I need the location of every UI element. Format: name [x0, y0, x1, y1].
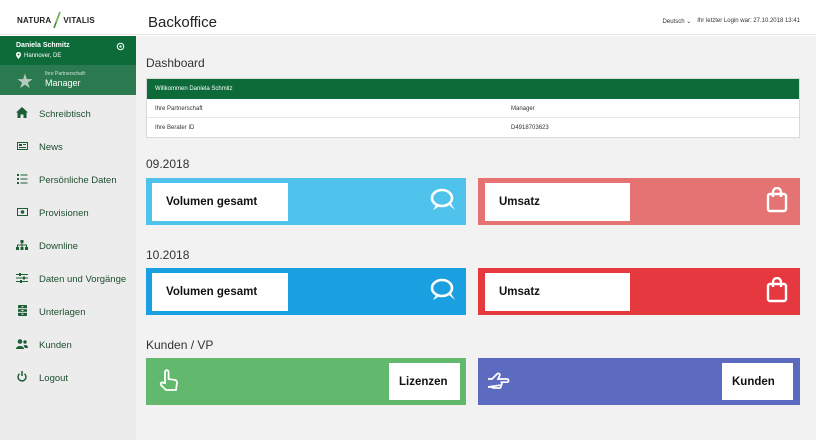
- customers-label: Kunden: [722, 363, 793, 400]
- sidebar-item-label: Schreibtisch: [39, 108, 91, 120]
- home-icon: [15, 107, 29, 121]
- sitemap-icon: [15, 239, 29, 253]
- header-meta: Deutsch ⌄ Ihr letzter Login war: 27.10.2…: [663, 18, 800, 25]
- sidebar-item-news[interactable]: News: [0, 132, 136, 162]
- volume-label: Volumen gesamt: [152, 273, 288, 311]
- sidebar-item-label: Daten und Vorgänge: [39, 273, 127, 285]
- hand-point-right-icon: [486, 371, 510, 396]
- hand-pointer-icon: [158, 369, 180, 398]
- info-row: Ihre Partnerschaft Manager: [147, 99, 799, 118]
- logo-text-right: VITALIS: [63, 15, 95, 25]
- licenses-tile[interactable]: Lizenzen: [146, 358, 466, 405]
- settings-gear-icon[interactable]: [116, 42, 125, 54]
- volume-tile-period2[interactable]: Volumen gesamt: [146, 268, 466, 315]
- logo[interactable]: NATURA VITALIS: [17, 11, 95, 29]
- leaf-icon: [53, 11, 62, 29]
- power-icon: [15, 371, 29, 385]
- sidebar-item-daten-und-vorgaenge[interactable]: Daten und Vorgänge: [0, 264, 136, 294]
- info-value: D4918703623: [511, 125, 549, 131]
- page-title: Dashboard: [146, 56, 205, 70]
- star-icon: ★: [16, 71, 34, 93]
- sidebar-item-label: Downline: [39, 240, 79, 252]
- licenses-label: Lizenzen: [389, 363, 460, 400]
- user-name: Daniela Schmitz: [16, 42, 70, 49]
- sidebar-item-schreibtisch[interactable]: Schreibtisch: [0, 99, 136, 129]
- period-title: 09.2018: [146, 157, 190, 171]
- sidebar-item-unterlagen[interactable]: Unterlagen: [0, 297, 136, 327]
- shopping-bag-icon: [766, 276, 788, 308]
- volume-label: Volumen gesamt: [152, 183, 288, 221]
- language-selector[interactable]: Deutsch ⌄: [663, 18, 692, 25]
- info-key: Ihre Berater ID: [155, 125, 195, 131]
- sidebar-item-logout[interactable]: Logout: [0, 363, 136, 393]
- section-title-customers: Kunden / VP: [146, 338, 214, 352]
- info-value: Manager: [511, 106, 535, 112]
- sidebar: Daniela Schmitz Hannover, DE ★ Ihre Part…: [0, 36, 136, 440]
- last-login-text: Ihr letzter Login war: 27.10.2018 13:41: [697, 18, 800, 24]
- welcome-panel: Willkommen Daniela Schmitz Ihre Partners…: [146, 78, 800, 138]
- customers-tile[interactable]: Kunden: [478, 358, 800, 405]
- map-marker-icon: [16, 52, 21, 59]
- partnership-block: ★ Ihre Partnerschaft: Manager: [0, 65, 136, 95]
- sidebar-item-label: News: [39, 141, 63, 153]
- comments-icon: [430, 188, 458, 217]
- revenue-label: Umsatz: [485, 273, 630, 311]
- user-location-text: Hannover, DE: [24, 52, 62, 59]
- logo-text-left: NATURA: [17, 15, 52, 25]
- sidebar-item-label: Kunden: [39, 339, 72, 351]
- partnership-label: Ihre Partnerschaft:: [45, 71, 87, 77]
- info-row: Ihre Berater ID D4918703623: [147, 118, 799, 137]
- sidebar-item-provisionen[interactable]: Provisionen: [0, 198, 136, 228]
- shopping-bag-icon: [766, 186, 788, 218]
- main-content: Dashboard Willkommen Daniela Schmitz Ihr…: [136, 36, 816, 440]
- users-icon: [15, 338, 29, 352]
- newspaper-icon: [15, 141, 29, 153]
- welcome-header: Willkommen Daniela Schmitz: [147, 79, 799, 99]
- chevron-down-icon: ⌄: [686, 19, 692, 25]
- language-label: Deutsch: [662, 19, 685, 25]
- gear-icon: [116, 42, 125, 51]
- money-icon: [15, 207, 29, 219]
- revenue-label: Umsatz: [485, 183, 630, 221]
- sidebar-item-label: Persönliche Daten: [39, 174, 117, 186]
- partnership-value: Manager: [45, 78, 81, 88]
- period-title: 10.2018: [146, 248, 190, 262]
- list-icon: [15, 173, 29, 187]
- app-title: Backoffice: [148, 14, 217, 31]
- sliders-icon: [15, 272, 29, 286]
- sidebar-item-label: Unterlagen: [39, 306, 86, 318]
- user-location: Hannover, DE: [16, 52, 61, 59]
- sidebar-item-kunden[interactable]: Kunden: [0, 330, 136, 360]
- sidebar-item-persoenliche-daten[interactable]: Persönliche Daten: [0, 165, 136, 195]
- archive-icon: [15, 305, 29, 319]
- info-key: Ihre Partnerschaft: [155, 106, 203, 112]
- sidebar-item-label: Provisionen: [39, 207, 89, 219]
- revenue-tile-period1[interactable]: Umsatz: [478, 178, 800, 225]
- top-header: NATURA VITALIS Backoffice Deutsch ⌄ Ihr …: [0, 0, 816, 35]
- sidebar-item-label: Logout: [39, 372, 69, 384]
- revenue-tile-period2[interactable]: Umsatz: [478, 268, 800, 315]
- comments-icon: [430, 278, 458, 307]
- sidebar-item-downline[interactable]: Downline: [0, 231, 136, 261]
- user-block: Daniela Schmitz Hannover, DE: [0, 36, 136, 65]
- volume-tile-period1[interactable]: Volumen gesamt: [146, 178, 466, 225]
